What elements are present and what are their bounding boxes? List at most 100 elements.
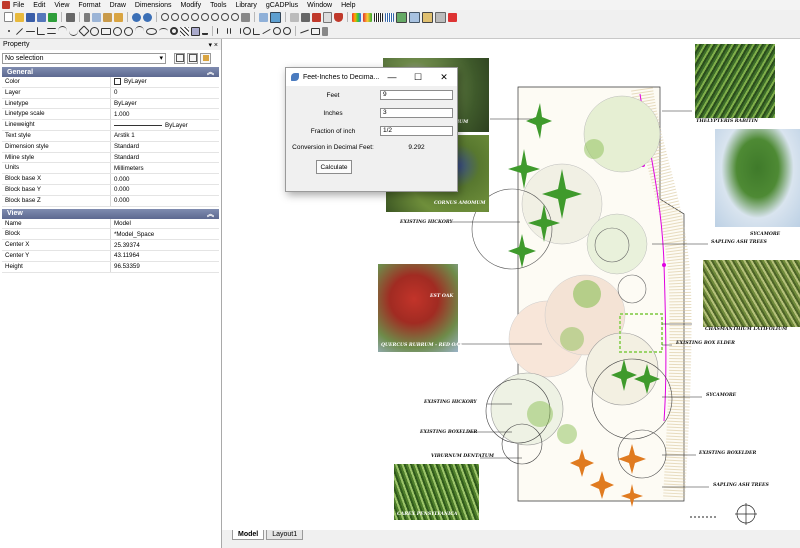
add-icon[interactable]	[48, 12, 57, 22]
menu-view[interactable]: View	[54, 2, 69, 9]
menu-tools[interactable]: Tools	[210, 2, 226, 9]
tab-model[interactable]: Model	[232, 530, 265, 540]
property-row-name[interactable]: Name Model	[2, 218, 219, 230]
arc-icon[interactable]	[58, 26, 67, 36]
rectangle-icon[interactable]	[101, 27, 111, 35]
property-row-height[interactable]: Height 96.53359	[2, 261, 219, 273]
property-row-block-base-x[interactable]: Block base X 0.000	[2, 174, 219, 185]
circle-center-icon[interactable]	[113, 26, 122, 36]
property-row-mline-style[interactable]: Mline style Standard	[2, 152, 219, 164]
property-value[interactable]: ByLayer	[111, 77, 219, 87]
edit-icon[interactable]	[78, 25, 90, 37]
hatch-icon[interactable]	[180, 26, 189, 36]
arc-3pt-icon[interactable]	[135, 26, 144, 36]
xline-icon[interactable]	[26, 30, 35, 32]
dim-center-icon[interactable]	[283, 27, 291, 35]
property-value[interactable]: Millimeters	[111, 163, 219, 173]
property-row-text-style[interactable]: Text style Arstik 1	[2, 130, 219, 142]
table-icon[interactable]	[290, 12, 299, 22]
property-value[interactable]: 0.000	[111, 185, 219, 195]
realtime-zoom-icon[interactable]	[231, 13, 239, 21]
polyline-icon[interactable]	[37, 27, 45, 35]
grid-icon[interactable]	[409, 11, 420, 23]
property-value[interactable]: Standard	[111, 153, 219, 163]
red-layer-icon[interactable]	[312, 12, 321, 22]
save-as-icon[interactable]	[37, 12, 46, 22]
minimize-button[interactable]: —	[379, 72, 405, 82]
line-icon[interactable]	[15, 27, 24, 35]
color-palette-icon[interactable]	[352, 12, 361, 22]
zoom-out-icon[interactable]	[181, 13, 189, 21]
dim-leader-icon[interactable]	[262, 28, 271, 34]
print-icon[interactable]	[66, 12, 75, 22]
property-value[interactable]: 25.39374	[111, 240, 219, 250]
dim-radius-icon[interactable]	[243, 27, 251, 35]
delete-icon[interactable]	[448, 12, 457, 22]
property-row-layer[interactable]: Layer 0	[2, 87, 219, 99]
image-icon[interactable]	[396, 11, 407, 23]
shield-icon[interactable]	[334, 12, 343, 22]
property-value[interactable]: Model	[111, 219, 219, 229]
ellipse-arc-icon[interactable]	[159, 28, 168, 34]
property-value[interactable]: 96.53359	[111, 262, 219, 272]
measure-icon[interactable]	[300, 28, 309, 34]
zoom-extents-icon[interactable]	[201, 13, 209, 21]
fraction-input[interactable]: 1/2	[380, 126, 453, 136]
menu-file[interactable]: File	[13, 2, 24, 9]
property-value[interactable]: 0.000	[111, 174, 219, 184]
zoom-window-icon[interactable]	[191, 13, 199, 21]
multiline-icon[interactable]	[47, 28, 56, 34]
tab-layout1[interactable]: Layout1	[266, 530, 304, 540]
menu-gcadplus[interactable]: gCADPlus	[266, 2, 298, 9]
layer-icon[interactable]	[301, 12, 310, 22]
dim-angular-icon[interactable]	[253, 27, 260, 35]
list-icon[interactable]	[322, 26, 328, 36]
menu-draw[interactable]: Draw	[110, 2, 126, 9]
clipboard-icon[interactable]	[435, 11, 446, 23]
region-icon[interactable]	[191, 26, 200, 36]
new-icon[interactable]	[4, 12, 13, 22]
match-icon[interactable]	[114, 12, 123, 22]
bars-icon[interactable]	[363, 12, 372, 22]
point-icon[interactable]	[8, 30, 10, 32]
select-objects-button[interactable]	[187, 52, 198, 64]
menu-modify[interactable]: Modify	[180, 2, 201, 9]
property-row-linetype-scale[interactable]: Linetype scale 1.000	[2, 109, 219, 121]
maximize-button[interactable]: ☐	[405, 72, 431, 83]
open-icon[interactable]	[15, 12, 24, 22]
menu-format[interactable]: Format	[78, 2, 100, 9]
property-row-block[interactable]: Block *Model_Space	[2, 229, 219, 241]
feet-input[interactable]: 9	[380, 90, 453, 100]
menu-window[interactable]: Window	[307, 2, 332, 9]
view-section-header[interactable]: View ︽	[2, 208, 219, 219]
dimension-icon[interactable]	[217, 28, 228, 34]
dim-ordinate-icon[interactable]	[273, 27, 281, 35]
quick-select-button[interactable]	[174, 52, 185, 64]
document-icon[interactable]	[323, 11, 332, 23]
close-button[interactable]: ✕	[431, 72, 457, 83]
save-icon[interactable]	[26, 12, 35, 22]
property-value[interactable]: 0	[111, 88, 219, 98]
paste-icon[interactable]	[103, 12, 112, 22]
property-value[interactable]: 0.000	[111, 196, 219, 206]
property-row-lineweight[interactable]: Lineweight ByLayer	[2, 120, 219, 131]
property-row-color[interactable]: Color ByLayer	[2, 77, 219, 88]
property-row-units[interactable]: Units Millimeters	[2, 163, 219, 175]
zoom-in-icon[interactable]	[171, 13, 179, 21]
menu-library[interactable]: Library	[235, 2, 256, 9]
menu-edit[interactable]: Edit	[33, 2, 45, 9]
general-section-header[interactable]: General ︽	[2, 67, 219, 77]
undo-icon[interactable]	[132, 12, 141, 22]
property-row-dimension-style[interactable]: Dimension style Standard	[2, 141, 219, 153]
text-icon[interactable]	[202, 28, 208, 35]
regen-icon[interactable]	[259, 12, 268, 22]
menu-dimensions[interactable]: Dimensions	[135, 2, 172, 9]
lineweight-icon[interactable]	[374, 12, 383, 22]
calculate-button[interactable]: Calculate	[316, 160, 352, 174]
property-value[interactable]: 43.11964	[111, 251, 219, 261]
property-row-block-base-y[interactable]: Block base Y 0.000	[2, 184, 219, 196]
property-row-center-x[interactable]: Center X 25.39374	[2, 240, 219, 251]
circle-icon[interactable]	[90, 26, 99, 36]
copy-icon[interactable]	[92, 12, 101, 22]
area-icon[interactable]	[311, 27, 320, 35]
